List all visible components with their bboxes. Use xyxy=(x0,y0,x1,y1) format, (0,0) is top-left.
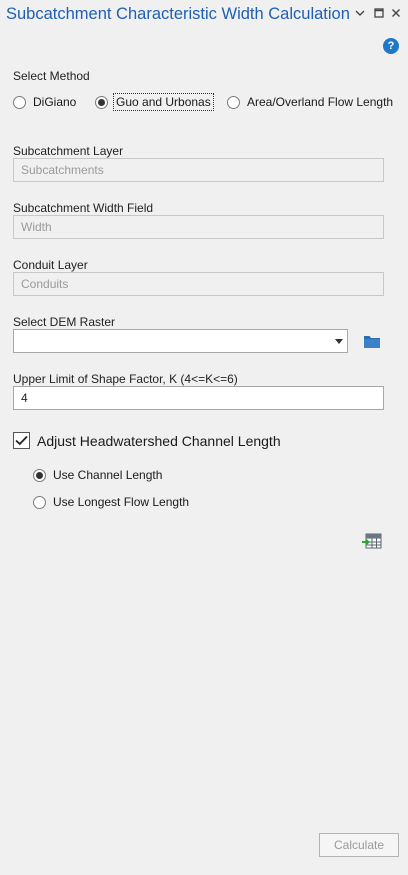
shape-factor-label: Upper Limit of Shape Factor, K (4<=K<=6) xyxy=(13,372,238,386)
close-icon xyxy=(392,9,400,17)
maximize-icon xyxy=(374,8,384,18)
window-title: Subcatchment Characteristic Width Calcul… xyxy=(6,5,350,23)
chevron-down-icon xyxy=(355,10,365,16)
adjust-headwatershed-label: Adjust Headwatershed Channel Length xyxy=(37,432,281,449)
radio-button-checked[interactable] xyxy=(33,468,46,482)
subcatchment-layer-field: Subcatchments xyxy=(13,158,384,182)
width-field-input: Width xyxy=(13,215,384,239)
width-field-label: Subcatchment Width Field xyxy=(13,201,154,215)
radio-label: DiGiano xyxy=(33,95,77,109)
method-option-area-flow-length[interactable]: Area/Overland Flow Length xyxy=(227,95,393,109)
radio-label: Use Channel Length xyxy=(53,468,163,482)
table-export-icon xyxy=(362,533,382,549)
checkmark-icon xyxy=(15,435,28,446)
dem-raster-dropdown[interactable] xyxy=(13,329,348,353)
radio-button[interactable] xyxy=(227,95,240,109)
radio-button[interactable] xyxy=(33,495,46,509)
shape-factor-input[interactable]: 4 xyxy=(13,386,384,410)
adjust-headwatershed-checkbox-row[interactable]: Adjust Headwatershed Channel Length xyxy=(13,432,281,449)
close-button[interactable] xyxy=(388,4,404,22)
conduit-layer-field: Conduits xyxy=(13,272,384,296)
question-icon[interactable]: ? xyxy=(383,38,399,54)
panel-menu-button[interactable] xyxy=(352,4,368,22)
use-longest-flow-length-option[interactable]: Use Longest Flow Length xyxy=(33,495,189,509)
radio-button[interactable] xyxy=(13,95,26,109)
method-option-guo-urbonas[interactable]: Guo and Urbonas xyxy=(95,93,214,111)
radio-button-checked[interactable] xyxy=(95,95,108,109)
browse-folder-button[interactable] xyxy=(363,334,381,349)
calculate-button[interactable]: Calculate xyxy=(319,833,399,857)
method-option-digiano[interactable]: DiGiano xyxy=(13,95,76,109)
dropdown-arrow-icon xyxy=(335,339,343,344)
subcatchment-layer-label: Subcatchment Layer xyxy=(13,144,124,158)
radio-label: Use Longest Flow Length xyxy=(53,495,190,509)
adjust-headwatershed-checkbox[interactable] xyxy=(13,432,30,449)
radio-label: Guo and Urbonas xyxy=(113,93,214,111)
use-channel-length-option[interactable]: Use Channel Length xyxy=(33,468,162,482)
conduit-layer-label: Conduit Layer xyxy=(13,258,88,272)
select-method-label: Select Method xyxy=(13,69,90,83)
table-export-button[interactable] xyxy=(362,532,382,549)
maximize-button[interactable] xyxy=(371,4,387,22)
folder-icon xyxy=(364,336,380,348)
dem-raster-label: Select DEM Raster xyxy=(13,315,116,329)
radio-label: Area/Overland Flow Length xyxy=(247,95,394,109)
